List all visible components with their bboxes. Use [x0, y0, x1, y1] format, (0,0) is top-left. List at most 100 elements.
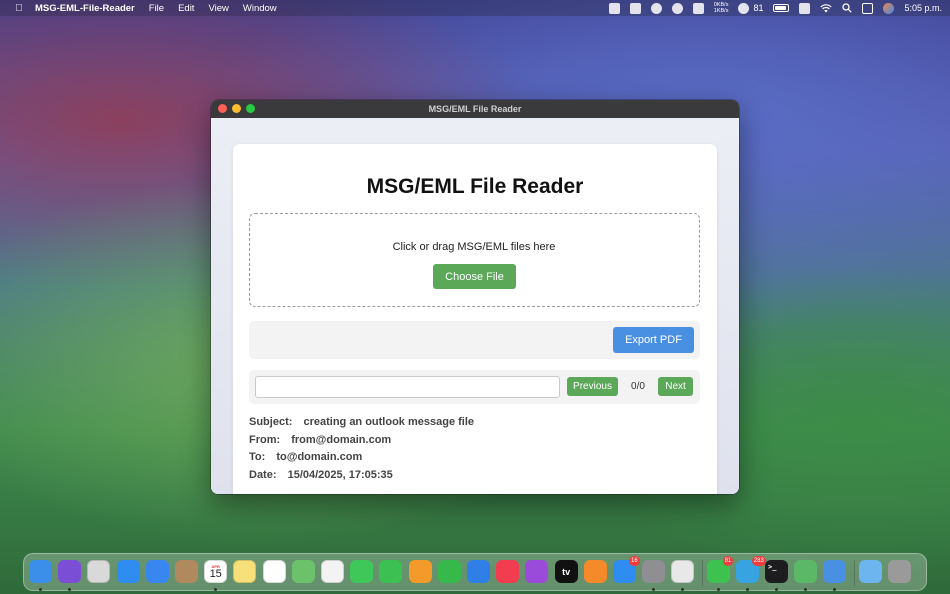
- date-label: Date:: [249, 468, 277, 481]
- window-titlebar[interactable]: MSG/EML File Reader: [211, 100, 739, 118]
- reminders-icon[interactable]: [262, 560, 286, 583]
- window-content: MSG/EML File Reader Click or drag MSG/EM…: [211, 118, 739, 494]
- menu-file[interactable]: File: [149, 3, 164, 14]
- menu-bar:  MSG-EML-File-Reader File Edit View Win…: [0, 0, 950, 16]
- chrome-icon[interactable]: [671, 560, 695, 583]
- podcasts-icon[interactable]: [525, 560, 549, 583]
- calendar-day: 15: [209, 567, 222, 580]
- export-toolbar: Export PDF: [249, 321, 700, 359]
- system-settings-icon[interactable]: [642, 560, 666, 583]
- export-pdf-button[interactable]: Export PDF: [613, 327, 694, 353]
- window-controls: [218, 104, 255, 113]
- r-app-icon[interactable]: [608, 2, 620, 14]
- next-button[interactable]: Next: [658, 377, 693, 396]
- wifi-icon[interactable]: [820, 3, 833, 13]
- control-center-icon[interactable]: [862, 2, 874, 14]
- dropbox-icon[interactable]: [629, 2, 641, 14]
- spotlight-search-icon[interactable]: [842, 3, 853, 13]
- running-indicator: [214, 588, 218, 591]
- menu-window[interactable]: Window: [243, 3, 277, 14]
- photos-icon[interactable]: [321, 560, 344, 583]
- notes-icon[interactable]: [233, 560, 257, 583]
- running-indicator: [775, 588, 778, 591]
- wechat-status-count: 81: [753, 3, 764, 13]
- minimize-window-button[interactable]: [232, 104, 241, 113]
- appletv-icon[interactable]: tv: [554, 560, 578, 583]
- reader-card: MSG/EML File Reader Click or drag MSG/EM…: [233, 144, 717, 494]
- to-row: To: to@domain.com: [249, 449, 474, 467]
- electron-app-icon[interactable]: [794, 560, 818, 583]
- match-counter: 0/0: [631, 381, 645, 392]
- running-indicator: [652, 588, 656, 591]
- close-window-button[interactable]: [218, 104, 227, 113]
- running-indicator: [68, 588, 72, 591]
- appletv-label: tv: [562, 566, 571, 577]
- subject-label: Subject:: [249, 416, 293, 428]
- menu-app-name[interactable]: MSG-EML-File-Reader: [35, 3, 135, 14]
- previous-button[interactable]: Previous: [567, 377, 618, 396]
- to-label: To:: [249, 451, 266, 463]
- choose-file-button[interactable]: Choose File: [433, 264, 516, 289]
- wechat-status-icon: [738, 2, 750, 14]
- siri-status-icon[interactable]: [883, 2, 895, 14]
- cat-icon[interactable]: [692, 2, 704, 14]
- running-indicator: [804, 588, 808, 591]
- net-down: 1KB/s: [713, 8, 729, 14]
- books-icon[interactable]: [583, 560, 607, 583]
- dropzone-text: Click or drag MSG/EML files here: [392, 241, 556, 253]
- dock: APR 15 tv 16 81 283 >_: [23, 553, 927, 591]
- search-toolbar: Previous 0/0 Next: [249, 370, 700, 404]
- page-title: MSG/EML File Reader: [366, 175, 584, 198]
- menu-view[interactable]: View: [208, 3, 228, 14]
- menu-edit[interactable]: Edit: [178, 3, 194, 14]
- file-dropzone[interactable]: Click or drag MSG/EML files here Choose …: [249, 213, 700, 307]
- subject-value: creating an outlook message file: [303, 416, 475, 428]
- maps-icon[interactable]: [291, 560, 315, 583]
- messages-icon[interactable]: [350, 560, 374, 583]
- terminal-icon[interactable]: >_: [765, 560, 788, 583]
- running-indicator: [833, 588, 837, 591]
- folder-icon[interactable]: [858, 560, 882, 583]
- date-row: Date: 15/04/2025, 17:05:35: [249, 467, 474, 485]
- launchpad-icon[interactable]: [87, 560, 111, 583]
- wechat-status[interactable]: 81: [738, 2, 764, 14]
- dock-separator: [853, 560, 855, 586]
- app-window: MSG/EML File Reader MSG/EML File Reader …: [211, 100, 739, 494]
- running-indicator: [745, 588, 749, 591]
- pages-icon[interactable]: [408, 560, 432, 583]
- from-value: from@domain.com: [291, 433, 392, 446]
- mail-icon[interactable]: [145, 560, 169, 583]
- from-label: From:: [249, 433, 281, 446]
- vpn-icon[interactable]: [671, 2, 683, 14]
- from-row: From: from@domain.com: [249, 432, 474, 450]
- date-value: 15/04/2025, 17:05:35: [287, 468, 393, 481]
- battery-icon[interactable]: [773, 4, 790, 12]
- msg-reader-icon[interactable]: [823, 560, 847, 583]
- siri-icon[interactable]: [58, 560, 82, 583]
- finder-icon[interactable]: [29, 560, 52, 583]
- sync-icon[interactable]: [799, 2, 811, 14]
- running-indicator: [681, 588, 685, 591]
- clock[interactable]: 5:05 p.m.: [904, 3, 942, 13]
- to-value: to@domain.com: [276, 451, 363, 463]
- dock-separator: [701, 560, 703, 586]
- subject-row: Subject: creating an outlook message fil…: [249, 414, 474, 432]
- trash-icon[interactable]: [887, 560, 911, 583]
- telegram-badge: 283: [751, 556, 766, 566]
- apple-menu-icon[interactable]: : [13, 3, 25, 14]
- keynote-icon[interactable]: [467, 560, 490, 583]
- running-indicator: [39, 588, 42, 591]
- music-icon[interactable]: [496, 560, 520, 583]
- contacts-icon[interactable]: [175, 560, 198, 583]
- facetime-icon[interactable]: [379, 560, 403, 583]
- running-indicator: [716, 588, 720, 591]
- zoom-window-button[interactable]: [246, 104, 255, 113]
- disk-icon[interactable]: [650, 2, 662, 14]
- window-title: MSG/EML File Reader: [428, 104, 522, 114]
- wechat-badge: 81: [722, 556, 734, 566]
- status-area: 0KB/s 1KB/s 81 5:05 p.m.: [608, 0, 942, 16]
- numbers-icon[interactable]: [437, 560, 461, 583]
- safari-icon[interactable]: [116, 560, 140, 583]
- calendar-icon[interactable]: APR 15: [204, 560, 228, 583]
- search-input[interactable]: [255, 376, 560, 398]
